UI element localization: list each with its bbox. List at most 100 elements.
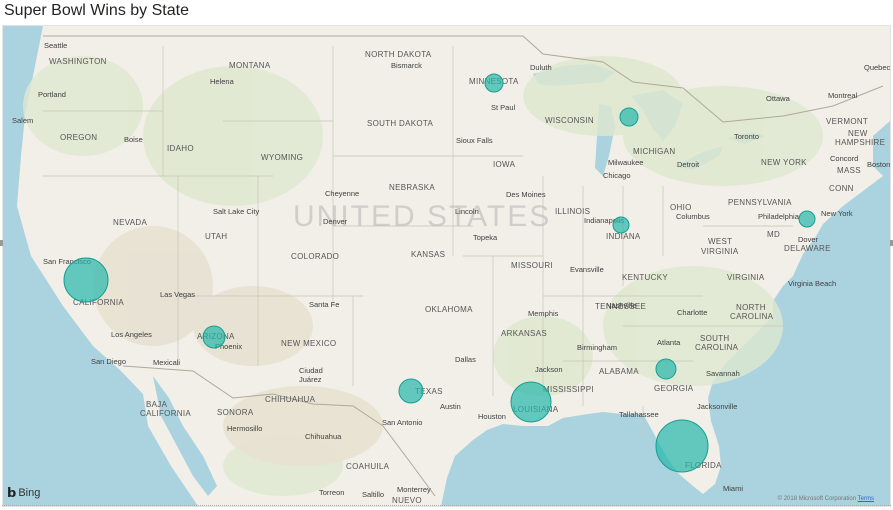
state-label: GEORGIA [654, 384, 694, 393]
map-svg: UNITED STATES WASHINGTON MONTANA NORTH D… [3, 26, 890, 506]
city-label: Miami [723, 484, 743, 493]
state-label: SOUTH [700, 334, 730, 343]
state-label: SOUTH DAKOTA [367, 119, 433, 128]
city-label: Portland [38, 90, 66, 99]
city-label: Dallas [455, 355, 476, 364]
state-label: UTAH [205, 232, 227, 241]
bubble-minnesota[interactable] [484, 73, 504, 93]
state-label: CONN [829, 184, 854, 193]
city-label: Saltillo [362, 490, 384, 499]
state-label: KANSAS [411, 250, 445, 259]
state-label: IDAHO [167, 144, 194, 153]
city-label: Mexicali [153, 358, 180, 367]
city-label: Duluth [530, 63, 552, 72]
city-label: Evansville [570, 265, 604, 274]
bubble-arizona[interactable] [202, 325, 226, 349]
city-label: Bismarck [391, 61, 422, 70]
city-label: Boise [124, 135, 143, 144]
state-label: MISSISSIPPI [543, 385, 594, 394]
bubble-louisiana[interactable] [510, 381, 552, 423]
city-label: Salem [12, 116, 33, 125]
city-label: Jackson [535, 365, 563, 374]
state-label: NEVADA [113, 218, 147, 227]
city-label: Detroit [677, 160, 700, 169]
city-label: Tallahassee [619, 410, 659, 419]
state-label: NEW [848, 129, 868, 138]
bubble-indiana[interactable] [612, 216, 630, 234]
city-label: Torreon [319, 488, 344, 497]
visual-title: Super Bowl Wins by State [4, 2, 189, 19]
state-label: ILLINOIS [555, 207, 590, 216]
bing-icon: 𝗯 [7, 485, 17, 500]
city-label: Juárez [299, 375, 322, 384]
city-label: New York [821, 209, 853, 218]
city-label: Austin [440, 402, 461, 411]
state-label: ALABAMA [599, 367, 639, 376]
city-label: Savannah [706, 369, 740, 378]
city-label: Ciudad [299, 366, 323, 375]
state-label: MONTANA [229, 61, 271, 70]
terms-link[interactable]: Terms [858, 496, 874, 502]
resize-handle-left[interactable] [0, 240, 3, 246]
city-label: Des Moines [506, 190, 546, 199]
state-label: OKLAHOMA [425, 305, 473, 314]
bing-logo: 𝗯 Bing [7, 485, 40, 501]
state-label: SONORA [217, 408, 254, 417]
city-label: Boston [867, 160, 890, 169]
city-label: Birmingham [577, 343, 617, 352]
state-label: CHIHUAHUA [265, 395, 316, 404]
state-label: NORTH DAKOTA [365, 50, 432, 59]
state-label: IOWA [493, 160, 516, 169]
state-label: KENTUCKY [622, 273, 668, 282]
city-label: San Antonio [382, 418, 422, 427]
state-label: OHIO [670, 203, 692, 212]
city-label: Helena [210, 77, 235, 86]
city-label: Nashville [606, 301, 636, 310]
state-label: COAHUILA [346, 462, 390, 471]
city-label: Jacksonville [697, 402, 737, 411]
city-label: Salt Lake City [213, 207, 260, 216]
city-label: Ottawa [766, 94, 791, 103]
map-canvas[interactable]: UNITED STATES WASHINGTON MONTANA NORTH D… [2, 25, 891, 507]
city-label: Toronto [734, 132, 759, 141]
city-label: Philadelphia [758, 212, 800, 221]
bubble-michigan[interactable] [619, 107, 639, 127]
bubble-california[interactable] [63, 257, 109, 303]
city-label: Milwaukee [608, 158, 643, 167]
state-label: COLORADO [291, 252, 339, 261]
city-label: Columbus [676, 212, 710, 221]
state-label: NEBRASKA [389, 183, 435, 192]
bubble-georgia[interactable] [655, 358, 677, 380]
city-label: Charlotte [677, 308, 707, 317]
city-label: Concord [830, 154, 858, 163]
state-label: HAMPSHIRE [835, 138, 885, 147]
state-label: WYOMING [261, 153, 303, 162]
resize-handle-bottom[interactable] [2, 505, 891, 508]
state-label: OREGON [60, 133, 97, 142]
state-label: ARKANSAS [501, 329, 547, 338]
city-label: Hermosillo [227, 424, 262, 433]
state-label: NUEVO [392, 496, 422, 505]
city-label: Montreal [828, 91, 858, 100]
state-label: VIRGINIA [701, 247, 739, 256]
city-label: San Diego [91, 357, 126, 366]
state-label: MASS [837, 166, 861, 175]
state-label: VERMONT [826, 117, 868, 126]
state-label: WASHINGTON [49, 57, 107, 66]
bubble-texas[interactable] [398, 378, 424, 404]
city-label: Chicago [603, 171, 631, 180]
city-label: Denver [323, 217, 348, 226]
state-label: VIRGINIA [727, 273, 765, 282]
state-label: MICHIGAN [633, 147, 675, 156]
state-label: CAROLINA [730, 312, 774, 321]
state-label: WEST [708, 237, 732, 246]
city-label: Houston [478, 412, 506, 421]
map-copyright: © 2018 Microsoft Corporation Terms [778, 496, 874, 502]
state-label: NEW MEXICO [281, 339, 336, 348]
city-label: St Paul [491, 103, 516, 112]
city-label: Topeka [473, 233, 498, 242]
bubble-florida[interactable] [655, 419, 709, 473]
state-label: NEW YORK [761, 158, 807, 167]
city-label: Memphis [528, 309, 559, 318]
bubble-new-jersey[interactable] [798, 210, 816, 228]
